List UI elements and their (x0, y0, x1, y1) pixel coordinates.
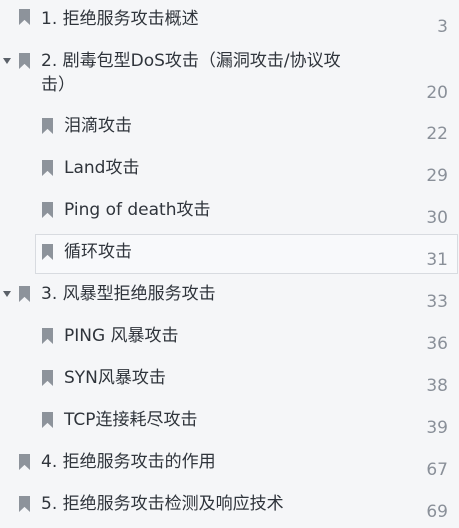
toc-item-page: 20 (426, 83, 448, 103)
toc-item-title: 1. 拒绝服务攻击概述 (41, 9, 199, 29)
toc-item-page: 22 (426, 124, 448, 144)
toc-item-page: 29 (426, 166, 448, 186)
bookmark-icon (19, 496, 30, 512)
toc-item-page: 69 (426, 502, 448, 522)
toc-item-title: Land攻击 (64, 158, 140, 178)
toc-item-page: 33 (426, 292, 448, 312)
bookmark-icon (42, 370, 53, 386)
collapse-arrow-icon[interactable] (3, 58, 11, 64)
toc-item-selected[interactable]: 循环攻击 31 (0, 234, 459, 276)
toc-item[interactable]: TCP连接耗尽攻击 39 (0, 408, 459, 444)
bookmark-icon (19, 286, 30, 302)
bookmark-icon (42, 160, 53, 176)
toc-item[interactable]: Land攻击 29 (0, 156, 459, 192)
toc-item-title: 2. 剧毒包型DoS攻击（漏洞攻击/协议攻击） (41, 51, 341, 95)
bookmark-icon (42, 202, 53, 218)
toc-item[interactable]: 1. 拒绝服务攻击概述 3 (0, 7, 459, 43)
bookmark-icon (19, 454, 30, 470)
toc-item-page: 36 (426, 334, 448, 354)
toc-item-page: 31 (426, 250, 448, 270)
toc-item[interactable]: Ping of death攻击 30 (0, 198, 459, 234)
toc-item-title: 泪滴攻击 (64, 116, 132, 136)
toc-item[interactable]: SYN风暴攻击 38 (0, 366, 459, 402)
toc-item[interactable]: 4. 拒绝服务攻击的作用 67 (0, 450, 459, 486)
toc-item-page: 67 (426, 460, 448, 480)
toc-item-title: TCP连接耗尽攻击 (64, 410, 198, 430)
bookmark-icon (19, 53, 30, 69)
toc-item-title: 循环攻击 (64, 242, 132, 262)
bookmark-icon (42, 118, 53, 134)
bookmark-icon (42, 412, 53, 428)
toc-item-page: 39 (426, 418, 448, 438)
toc-item-title: PING 风暴攻击 (64, 326, 179, 346)
toc-item[interactable]: 2. 剧毒包型DoS攻击（漏洞攻击/协议攻击） 20 (0, 49, 459, 104)
toc-item[interactable]: 泪滴攻击 22 (0, 114, 459, 150)
toc-item-title: Ping of death攻击 (64, 200, 211, 220)
toc-item-page: 30 (426, 208, 448, 228)
toc-item-title: 5. 拒绝服务攻击检测及响应技术 (41, 494, 284, 514)
bookmark-icon (42, 328, 53, 344)
collapse-arrow-icon[interactable] (3, 291, 11, 297)
toc-item-title: 3. 风暴型拒绝服务攻击 (41, 284, 216, 304)
toc-item[interactable]: 3. 风暴型拒绝服务攻击 33 (0, 282, 459, 318)
toc-item-title: 4. 拒绝服务攻击的作用 (41, 452, 216, 472)
bookmark-icon (19, 9, 30, 25)
toc-item-page: 3 (437, 17, 448, 37)
toc-item[interactable]: 5. 拒绝服务攻击检测及响应技术 69 (0, 492, 459, 528)
toc-item-page: 38 (426, 376, 448, 396)
toc-item-title: SYN风暴攻击 (64, 368, 166, 388)
toc-item[interactable]: PING 风暴攻击 36 (0, 324, 459, 360)
